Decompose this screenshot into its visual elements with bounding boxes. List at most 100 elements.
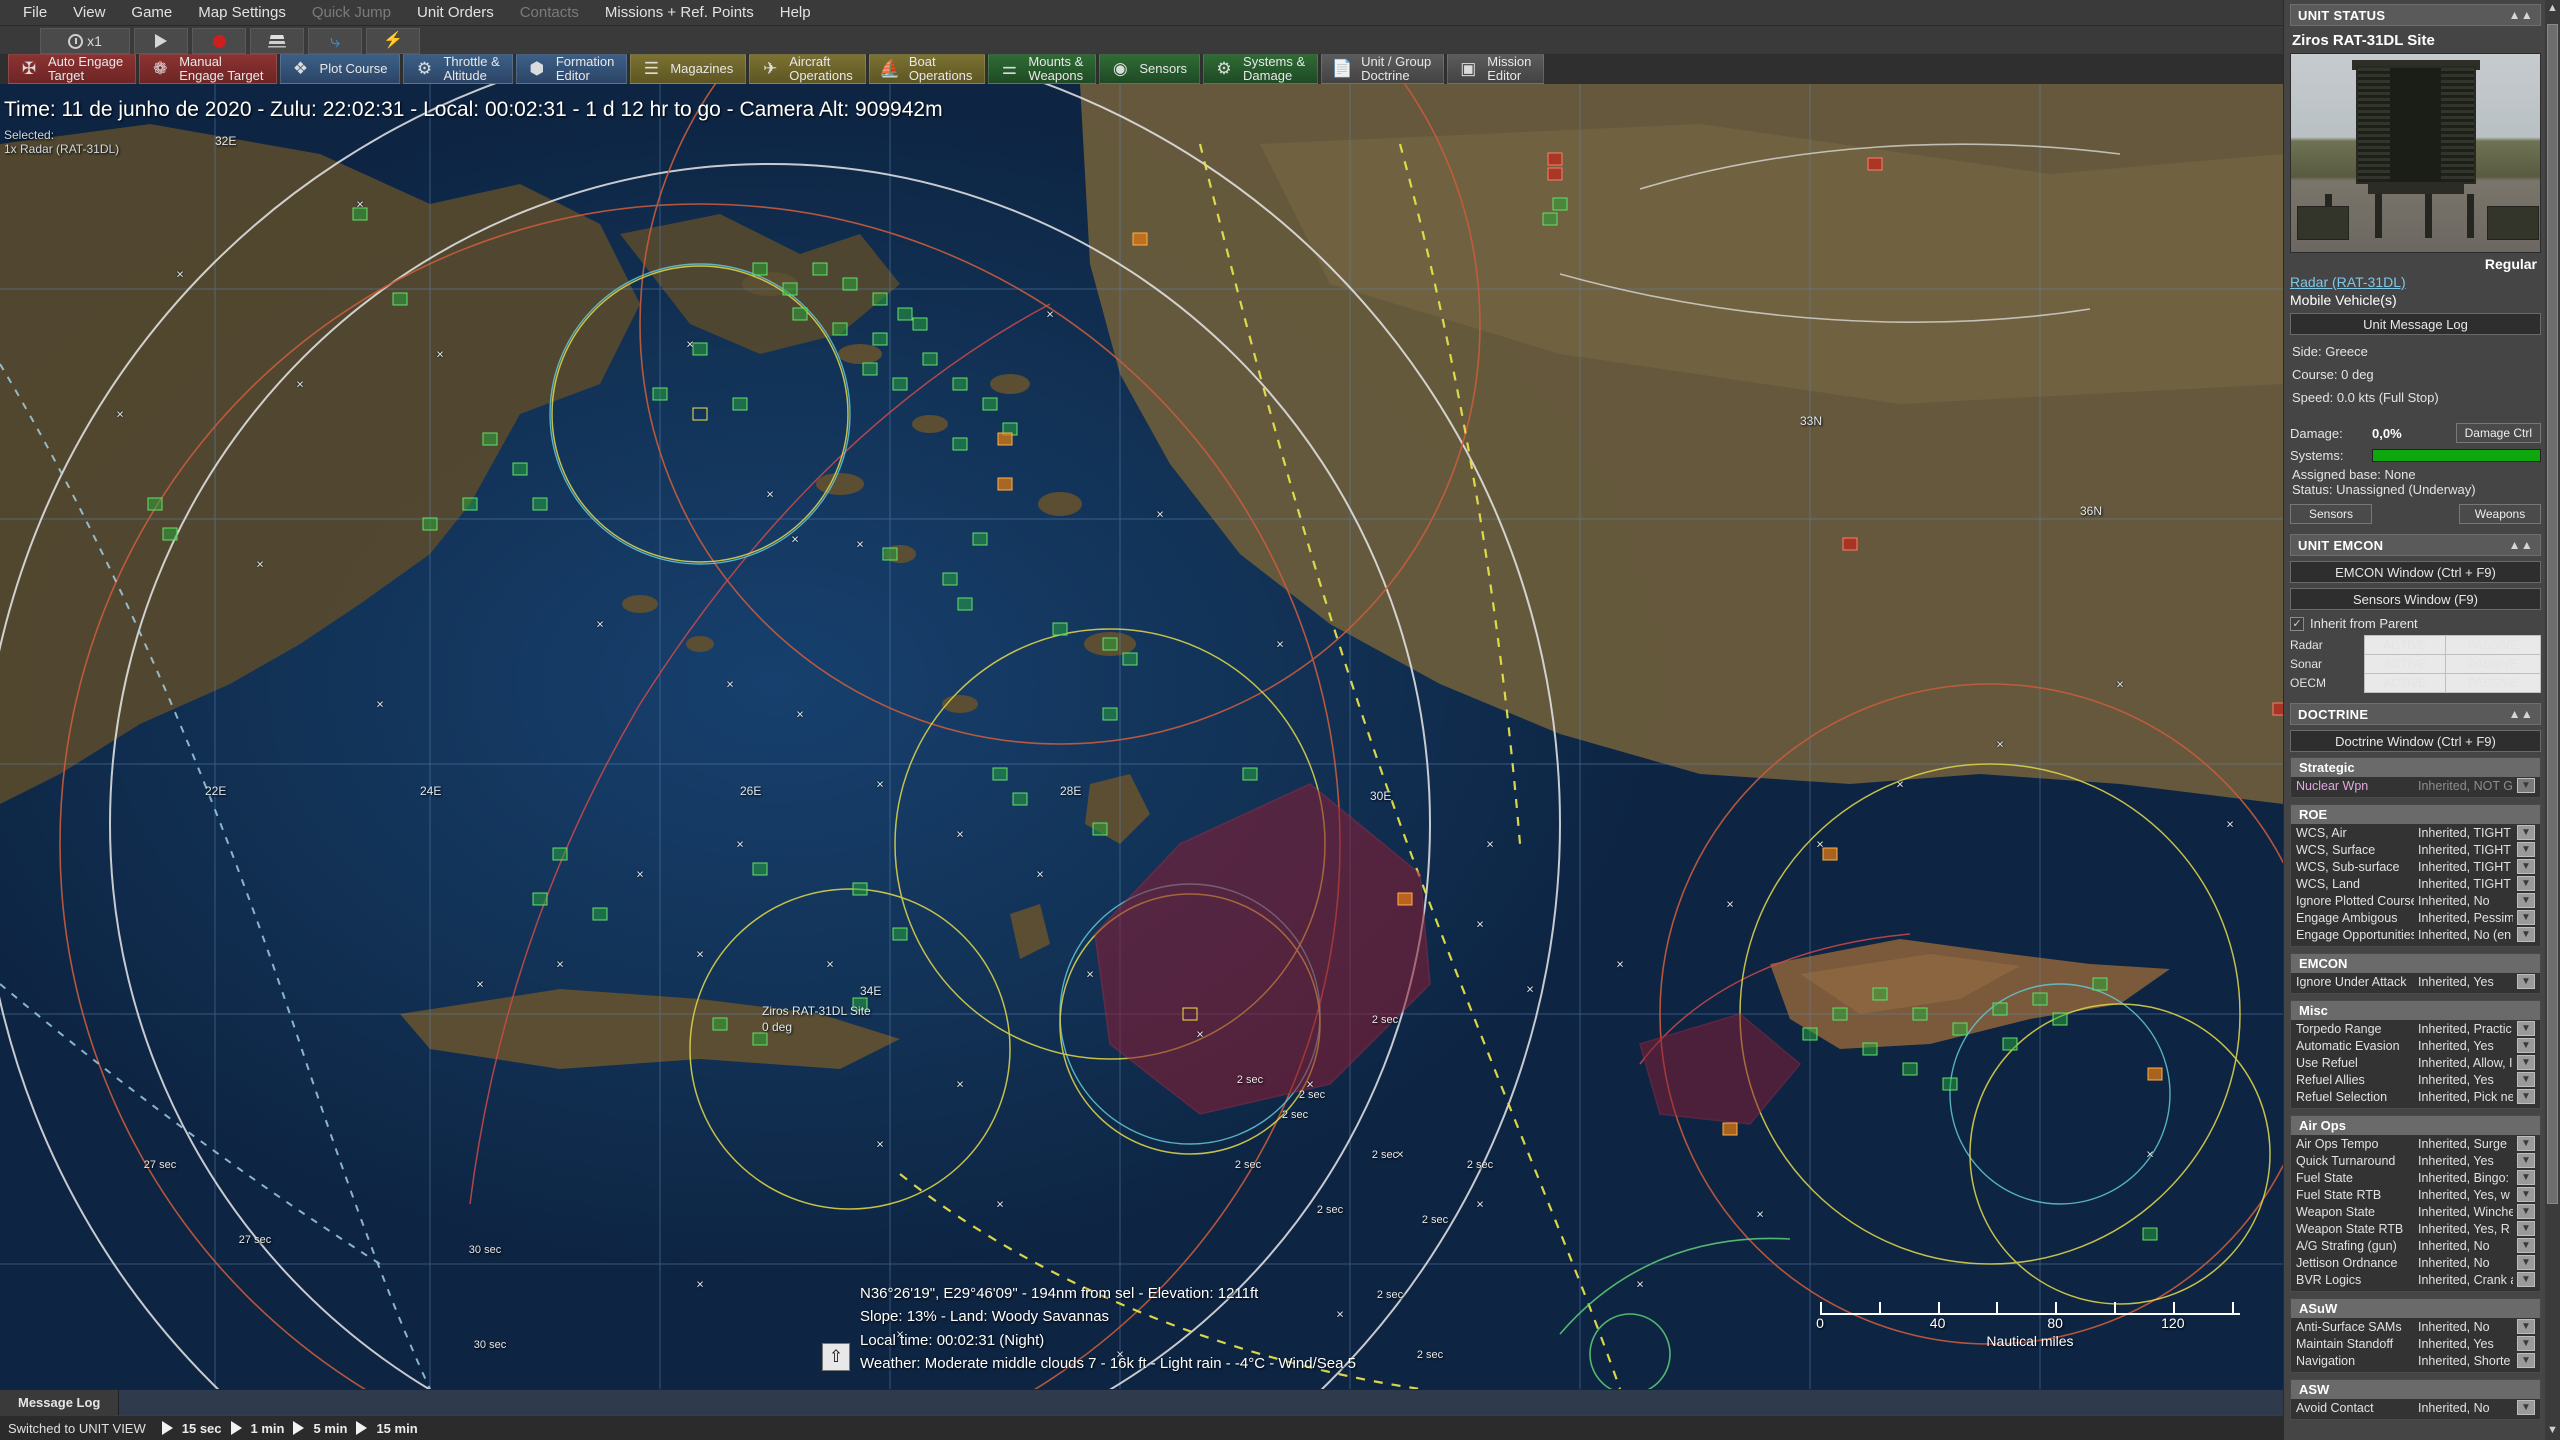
emcon-window-button[interactable]: EMCON Window (Ctrl + F9): [2290, 561, 2541, 583]
map-unit-symbol[interactable]: [162, 527, 178, 541]
speed-step-1-min[interactable]: 1 min: [251, 1421, 285, 1436]
chevron-down-icon[interactable]: ▼: [2517, 1238, 2535, 1253]
map-unit-symbol[interactable]: [892, 927, 908, 941]
contact-x-mark[interactable]: ×: [876, 777, 884, 792]
contact-x-mark[interactable]: ×: [176, 267, 184, 282]
chevron-down-icon[interactable]: ▼: [2517, 1400, 2535, 1415]
contact-x-mark[interactable]: ×: [1526, 982, 1534, 997]
contact-x-mark[interactable]: ×: [856, 537, 864, 552]
doctrine-row-wcs-sub-surface[interactable]: WCS, Sub-surface Inherited, TIGHT ▼: [2291, 858, 2540, 875]
contact-x-mark[interactable]: ×: [1486, 837, 1494, 852]
contact-x-mark[interactable]: ×: [956, 827, 964, 842]
map-unit-symbol[interactable]: [752, 862, 768, 876]
speed-step-arrow-icon[interactable]: [161, 1421, 173, 1435]
checkbox-icon[interactable]: ✓: [2290, 616, 2304, 631]
map-unit-symbol[interactable]: [882, 547, 898, 561]
map-unit-symbol[interactable]: [1052, 622, 1068, 636]
map-unit-symbol[interactable]: [982, 397, 998, 411]
map-unit-symbol[interactable]: [792, 307, 808, 321]
doctrine-row-air-ops-tempo[interactable]: Air Ops Tempo Inherited, Surge ▼: [2291, 1135, 2540, 1152]
toolbar-tab-manual-engage-target[interactable]: ❁ Manual Engage Target: [139, 54, 277, 84]
contact-x-mark[interactable]: ×: [2146, 1147, 2154, 1162]
menu-item-missions-ref-points[interactable]: Missions + Ref. Points: [592, 1, 767, 24]
unit-message-log-button[interactable]: Unit Message Log: [2290, 313, 2541, 335]
doctrine-row-a-g-strafing-gun[interactable]: A/G Strafing (gun) Inherited, No ▼: [2291, 1237, 2540, 1254]
contact-x-mark[interactable]: ×: [1636, 1277, 1644, 1292]
quickaction-button[interactable]: ⚡: [366, 28, 420, 54]
menu-item-help[interactable]: Help: [767, 1, 824, 24]
doctrine-row-navigation[interactable]: Navigation Inherited, Shorte ▼: [2291, 1352, 2540, 1369]
toolbar-tab-sensors[interactable]: ◉ Sensors: [1099, 54, 1201, 84]
map-unit-symbol[interactable]: [1012, 792, 1028, 806]
map-info-expand-button[interactable]: ⇧: [822, 1343, 850, 1371]
toolbar-tab-formation-editor[interactable]: ⬢ Formation Editor: [515, 54, 628, 84]
unit-emcon-header[interactable]: UNIT EMCON ▲▲: [2290, 534, 2541, 556]
menu-item-map-settings[interactable]: Map Settings: [185, 1, 299, 24]
map-unit-symbol[interactable]: [732, 397, 748, 411]
toolbar-tab-aircraft-operations[interactable]: ✈ Aircraft Operations: [749, 54, 866, 84]
map-unit-symbol[interactable]: [952, 437, 968, 451]
map-unit-symbol[interactable]: [592, 907, 608, 921]
toolbar-tab-auto-engage-target[interactable]: ✠ Auto Engage Target: [8, 54, 137, 84]
contact-x-mark[interactable]: ×: [686, 337, 694, 352]
map-unit-symbol[interactable]: [422, 517, 438, 531]
chevron-down-icon[interactable]: ▼: [2517, 1170, 2535, 1185]
map-unit-symbol[interactable]: [1242, 767, 1258, 781]
map-unit-symbol[interactable]: [1822, 847, 1838, 861]
map-unit-symbol[interactable]: [1397, 892, 1413, 906]
map-unit-symbol[interactable]: [147, 497, 163, 511]
map-unit-symbol[interactable]: [532, 892, 548, 906]
menu-item-game[interactable]: Game: [118, 1, 185, 24]
menu-item-view[interactable]: View: [60, 1, 118, 24]
speed-step-arrow-icon[interactable]: [293, 1421, 305, 1435]
map-unit-symbol[interactable]: [1102, 707, 1118, 721]
chevron-down-icon[interactable]: ▼: [2517, 1353, 2535, 1368]
map-unit-symbol[interactable]: [1867, 157, 1883, 171]
doctrine-row-refuel-selection[interactable]: Refuel Selection Inherited, Pick ne ▼: [2291, 1088, 2540, 1105]
chevron-down-icon[interactable]: ▼: [2517, 842, 2535, 857]
doctrine-row-quick-turnaround[interactable]: Quick Turnaround Inherited, Yes ▼: [2291, 1152, 2540, 1169]
inherit-from-parent-row[interactable]: ✓ Inherit from Parent: [2290, 616, 2541, 631]
contact-x-mark[interactable]: ×: [1996, 737, 2004, 752]
scroll-up-icon[interactable]: ▲: [2547, 2, 2558, 16]
map-unit-symbol[interactable]: [512, 462, 528, 476]
map-unit-symbol[interactable]: [712, 1017, 728, 1031]
contact-x-mark[interactable]: ×: [376, 697, 384, 712]
sensors-window-button[interactable]: Sensors Window (F9): [2290, 588, 2541, 610]
chevron-up-icon[interactable]: ▲▲: [2509, 8, 2533, 22]
chevron-down-icon[interactable]: ▼: [2517, 778, 2535, 793]
toolbar-tab-plot-course[interactable]: ❖ Plot Course: [279, 54, 401, 84]
map-unit-symbol[interactable]: [1547, 152, 1563, 166]
map-unit-symbol[interactable]: [892, 377, 908, 391]
map-unit-symbol[interactable]: [972, 532, 988, 546]
doctrine-row-weapon-state[interactable]: Weapon State Inherited, Winche ▼: [2291, 1203, 2540, 1220]
map-unit-symbol[interactable]: [1552, 197, 1568, 211]
chevron-down-icon[interactable]: ▼: [2517, 1336, 2535, 1351]
contact-x-mark[interactable]: ×: [726, 677, 734, 692]
doctrine-row-refuel-allies[interactable]: Refuel Allies Inherited, Yes ▼: [2291, 1071, 2540, 1088]
doctrine-row-ignore-plotted-course[interactable]: Ignore Plotted Course Inherited, No ▼: [2291, 892, 2540, 909]
contact-x-mark[interactable]: ×: [696, 947, 704, 962]
doctrine-row-fuel-state-rtb[interactable]: Fuel State RTB Inherited, Yes, w ▼: [2291, 1186, 2540, 1203]
contact-x-mark[interactable]: ×: [636, 867, 644, 882]
map-unit-symbol[interactable]: [2092, 977, 2108, 991]
map-unit-symbol[interactable]: [952, 377, 968, 391]
contact-x-mark[interactable]: ×: [1756, 1207, 1764, 1222]
contact-x-mark[interactable]: ×: [116, 407, 124, 422]
map-unit-symbol[interactable]: [812, 262, 828, 276]
game-speed-button[interactable]: x1: [40, 28, 130, 54]
map-unit-symbol[interactable]: [897, 307, 913, 321]
toolbar-tab-boat-operations[interactable]: ⛵ Boat Operations: [868, 54, 986, 84]
chevron-down-icon[interactable]: ▼: [2517, 910, 2535, 925]
doctrine-row-anti-surface-sams[interactable]: Anti-Surface SAMs Inherited, No ▼: [2291, 1318, 2540, 1335]
map-unit-symbol[interactable]: [872, 332, 888, 346]
contact-x-mark[interactable]: ×: [1046, 307, 1054, 322]
menu-item-file[interactable]: File: [10, 1, 60, 24]
map-unit-symbol[interactable]: [1132, 232, 1148, 246]
chevron-down-icon[interactable]: ▼: [2517, 927, 2535, 942]
contact-x-mark[interactable]: ×: [791, 532, 799, 547]
contact-x-mark[interactable]: ×: [476, 977, 484, 992]
map-unit-symbol[interactable]: [862, 362, 878, 376]
contact-x-mark[interactable]: ×: [596, 617, 604, 632]
layers-button[interactable]: [250, 28, 304, 54]
